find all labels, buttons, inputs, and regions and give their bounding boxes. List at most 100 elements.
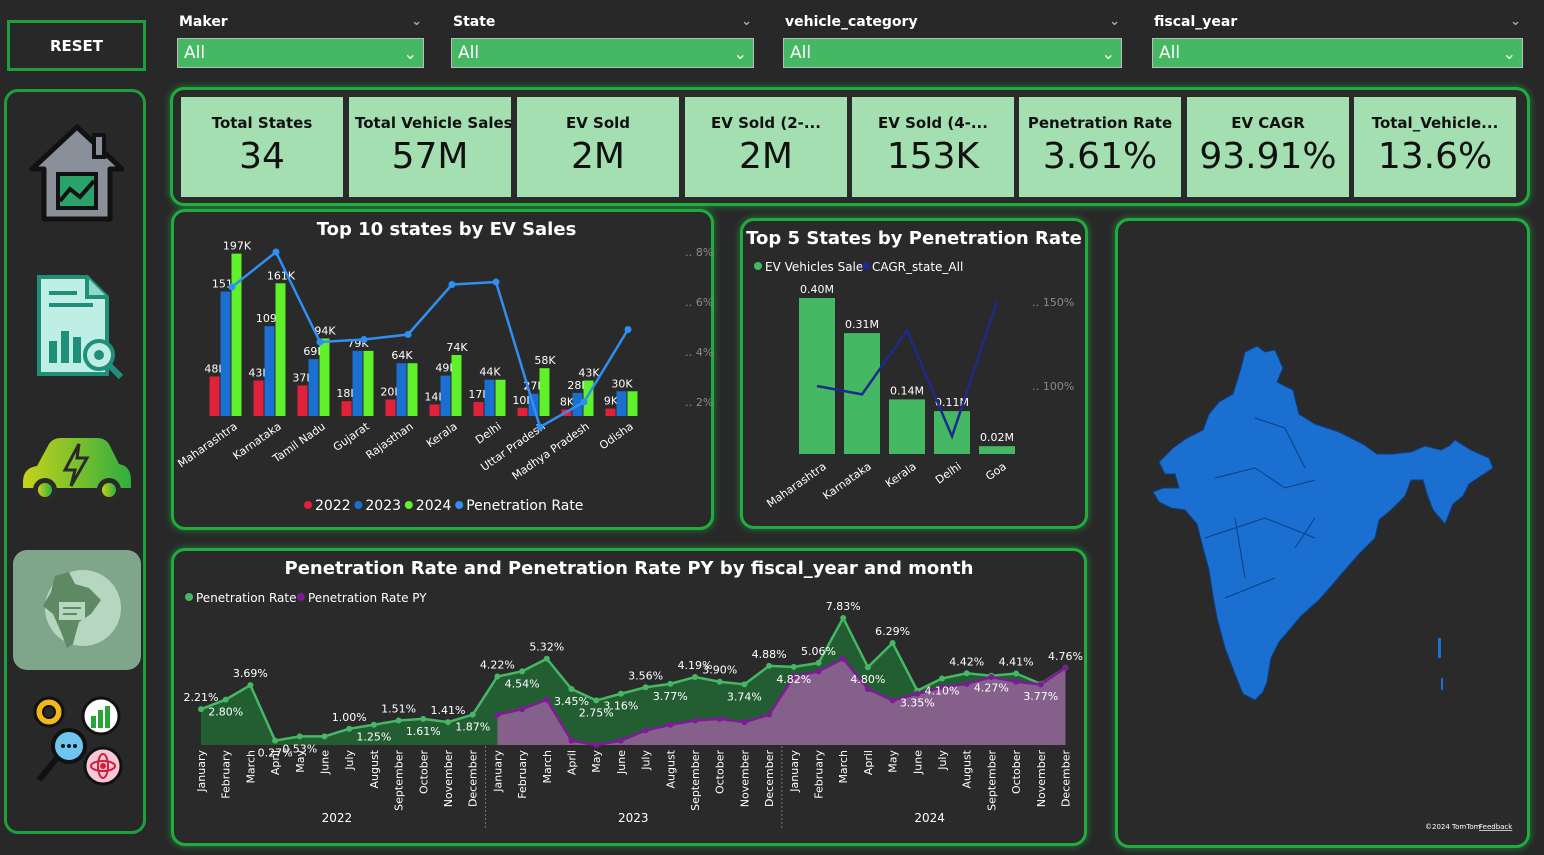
x-tick-label: Delhi xyxy=(473,420,504,447)
penetration-rate-point xyxy=(272,248,280,256)
penetration-trend-chart[interactable]: 2.21%2.80%3.69%0.27%0.53%1.00%1.25%1.51%… xyxy=(171,548,1087,846)
data-label: 4.80% xyxy=(850,673,885,686)
penetration-rate-py-point xyxy=(494,711,501,718)
penetration-rate-point xyxy=(370,721,377,728)
kpi-title: Total Vehicle Sales xyxy=(355,114,511,132)
penetration-rate-point xyxy=(247,682,254,689)
x-tick-label: March xyxy=(837,750,850,784)
data-label: 5.32% xyxy=(529,641,564,654)
kpi-value: 13.6% xyxy=(1377,136,1493,177)
penetration-rate-point xyxy=(420,715,427,722)
x-tick-label: April xyxy=(269,750,282,775)
bar-2022 xyxy=(385,399,396,416)
data-label: 3.16% xyxy=(603,700,638,713)
x-tick-label: July xyxy=(936,750,949,771)
penetration-rate-point xyxy=(580,398,588,406)
data-label: 3.90% xyxy=(702,664,737,677)
x-tick-label: June xyxy=(911,750,924,775)
slicer-dropdown[interactable]: All ⌄ xyxy=(177,38,424,68)
x-tick-label: Madhya Pradesh xyxy=(510,420,592,483)
kpi-title: EV Sold (4-... xyxy=(878,114,988,132)
kpi-value: 57M xyxy=(391,136,469,177)
x-tick-label: March xyxy=(244,750,257,784)
slicer-value: All xyxy=(1159,43,1181,63)
penetration-rate-point xyxy=(346,725,353,732)
penetration-rate-py-point xyxy=(1037,681,1044,688)
india-map[interactable]: ©2024 TomTom Feedback xyxy=(1115,218,1530,848)
data-label: 4.54% xyxy=(505,677,540,690)
bar-2023 xyxy=(308,359,319,416)
chevron-down-icon[interactable]: ⌄ xyxy=(411,14,422,36)
x-tick-label: September xyxy=(393,750,406,811)
slicer-dropdown[interactable]: All ⌄ xyxy=(451,38,754,68)
bar-2022 xyxy=(605,408,616,416)
top10-states-chart[interactable]: ‥ 2%‥ 4%‥ 6%‥ 8%48K151K197KMaharashtra43… xyxy=(171,209,714,530)
slicer-fiscal-year[interactable]: fiscal_year ⌄ All ⌄ xyxy=(1152,14,1523,70)
chevron-down-icon[interactable]: ⌄ xyxy=(1510,14,1521,36)
penetration-rate-point xyxy=(667,680,674,687)
bar-2022 xyxy=(297,385,308,416)
x-tick-label: May xyxy=(294,750,307,773)
penetration-rate-point xyxy=(692,674,698,681)
slicer-dropdown[interactable]: All ⌄ xyxy=(1152,38,1523,68)
data-label: 4.10% xyxy=(925,684,960,697)
bar-2023 xyxy=(352,350,363,416)
x-tick-label: Rajasthan xyxy=(363,420,415,462)
x-tick-label: Kerala xyxy=(424,420,460,450)
bar-2023 xyxy=(440,375,451,416)
data-label: 58K xyxy=(534,354,556,367)
nav-map[interactable] xyxy=(13,550,141,670)
data-label: 3.77% xyxy=(653,690,688,703)
nav-home[interactable] xyxy=(13,114,141,234)
slicer-vehicle-category[interactable]: vehicle_category ⌄ All ⌄ xyxy=(783,14,1122,70)
bar-2023 xyxy=(484,379,495,416)
x-tick-label: August xyxy=(664,749,677,788)
chevron-down-icon[interactable]: ⌄ xyxy=(741,14,752,36)
x-tick-label: May xyxy=(590,750,603,773)
penetration-rate-py-point xyxy=(741,719,748,726)
home-icon xyxy=(29,124,125,222)
data-label: 30K xyxy=(611,377,633,390)
penetration-rate-point xyxy=(448,281,456,288)
nav-insights[interactable] xyxy=(13,682,141,802)
penetration-rate-point xyxy=(360,336,368,343)
bar-2024 xyxy=(231,253,242,416)
year-label: 2023 xyxy=(618,811,649,825)
penetration-rate-py-point xyxy=(766,711,773,718)
x-tick-label: Odisha xyxy=(597,420,636,453)
nav-ev[interactable] xyxy=(13,410,141,530)
slicer-maker[interactable]: Maker ⌄ All ⌄ xyxy=(177,14,424,70)
report-icon xyxy=(37,274,124,379)
x-tick-label: Maharashtra xyxy=(175,420,239,471)
chevron-down-icon[interactable]: ⌄ xyxy=(1109,14,1120,36)
x-tick-label: December xyxy=(467,750,480,808)
slicer-state[interactable]: State ⌄ All ⌄ xyxy=(451,14,754,70)
data-label: 3.77% xyxy=(1023,690,1058,703)
data-label: 3.35% xyxy=(900,697,935,710)
data-label: 0.31M xyxy=(845,318,879,331)
penetration-rate-py-point xyxy=(1013,678,1020,685)
nav-report[interactable] xyxy=(13,266,141,386)
slicer-value: All xyxy=(790,43,812,63)
kpi-card: Penetration Rate 3.61% xyxy=(1019,97,1181,197)
india-shape xyxy=(1152,345,1494,701)
map-feedback-link[interactable]: Feedback xyxy=(1479,823,1513,831)
penetration-rate-point xyxy=(593,697,600,704)
data-label: 4.41% xyxy=(999,655,1034,668)
x-tick-label: October xyxy=(714,750,727,794)
data-label: 3.69% xyxy=(233,667,268,680)
x-tick-label: February xyxy=(813,750,826,799)
legend-marker xyxy=(404,501,413,509)
x-tick-label: March xyxy=(541,750,554,784)
slicer-dropdown[interactable]: All ⌄ xyxy=(783,38,1122,68)
reset-button[interactable]: RESET xyxy=(7,20,146,71)
penetration-rate-point xyxy=(815,659,822,666)
legend-label: EV Vehicles Sale xyxy=(765,260,863,274)
penetration-rate-py-point xyxy=(617,737,624,744)
kpi-value: 2M xyxy=(571,136,625,177)
top5-penetration-chart[interactable]: ‥ 100% ‥ 150% 0.40M Maharashtra 0.31M Karnata… xyxy=(740,218,1088,529)
chevron-down-icon: ⌄ xyxy=(733,43,747,63)
x-tick-label: Karnataka xyxy=(821,460,874,503)
kpi-title: Total_Vehicle... xyxy=(1371,114,1499,132)
data-label: 44K xyxy=(479,366,501,379)
